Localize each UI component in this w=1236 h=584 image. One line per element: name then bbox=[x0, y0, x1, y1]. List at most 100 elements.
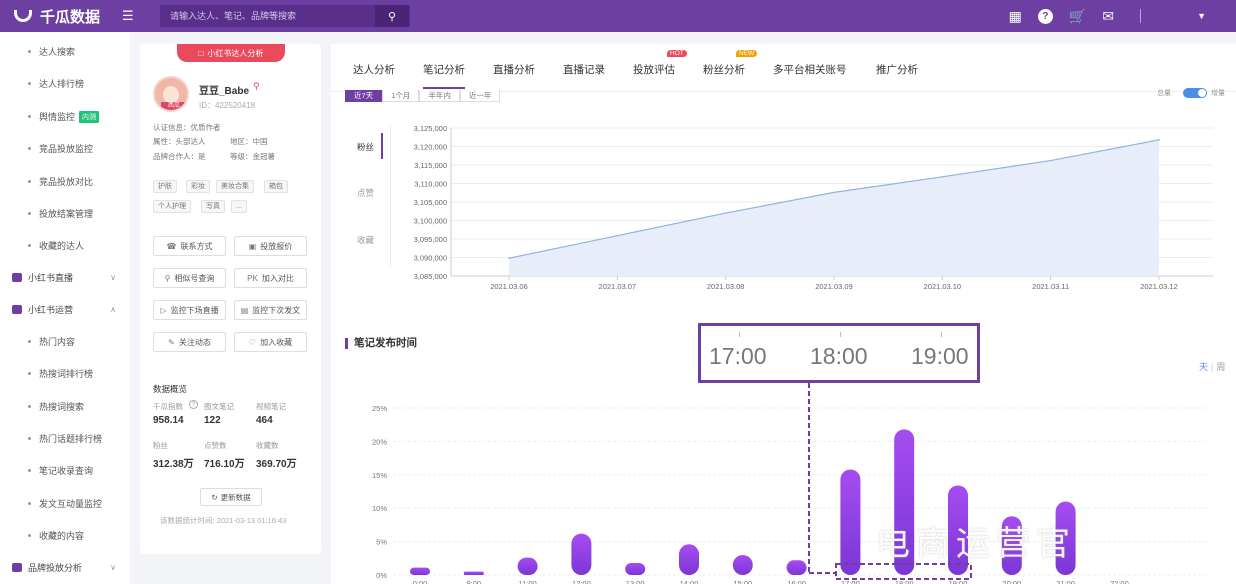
search-button[interactable]: ⚲ bbox=[375, 5, 409, 27]
sidebar-group-label: 小红书运营 bbox=[28, 305, 74, 315]
tag-chip[interactable]: 护肤 bbox=[153, 180, 177, 193]
range-7d[interactable]: 近7天 bbox=[345, 90, 383, 102]
toggle-increment-label: 增量 bbox=[1211, 90, 1225, 97]
tab-note-analysis[interactable]: 笔记分析 bbox=[423, 62, 465, 89]
doc-icon: ▤ bbox=[240, 305, 249, 315]
sidebar-item-hot-topics[interactable]: 热门话题排行榜 bbox=[28, 432, 102, 445]
metric-tab-collects[interactable]: 收藏 bbox=[357, 234, 374, 246]
bullet-icon bbox=[28, 147, 31, 150]
tab-fan-analysis[interactable]: 粉丝分析 NEW bbox=[703, 50, 758, 77]
tag-chip[interactable]: 写真 bbox=[201, 200, 225, 213]
grid-icon[interactable]: ▦ bbox=[1009, 8, 1022, 25]
tab-campaign-eval[interactable]: 投放评估 HOT bbox=[633, 50, 687, 77]
tab-promotion[interactable]: 推广分析 bbox=[876, 62, 918, 77]
sidebar-item-kol-ranking[interactable]: 达人排行榜 bbox=[28, 77, 84, 90]
zoom-label: 18:00 bbox=[810, 343, 868, 369]
refresh-label: 更新数据 bbox=[220, 492, 251, 502]
sidebar-item-label: 热门内容 bbox=[39, 337, 76, 347]
tag-chip[interactable]: 美妆合集 bbox=[216, 180, 254, 193]
refresh-icon: ↻ bbox=[211, 492, 218, 502]
update-time: 该数据统计时间: 2021-03-13 01:16:43 bbox=[160, 516, 287, 525]
sidebar-item-hot-search-rank[interactable]: 热搜词排行榜 bbox=[28, 367, 93, 380]
sidebar-item-hot-search[interactable]: 热搜词搜索 bbox=[28, 400, 84, 413]
y-tick-label: 3,095,000 bbox=[414, 235, 447, 244]
sidebar-item-interaction-monitor[interactable]: 发文互动量监控 bbox=[28, 497, 102, 510]
sidebar-group-brand[interactable]: 品牌投放分析 ∨ bbox=[12, 561, 120, 574]
metric-tab-likes[interactable]: 点赞 bbox=[357, 187, 374, 199]
favorite-button[interactable]: ♡ 加入收藏 bbox=[234, 332, 307, 352]
sidebar-item-label: 热搜词排行榜 bbox=[39, 369, 94, 379]
button-label: 加入对比 bbox=[261, 273, 294, 283]
range-1y[interactable]: 近一年 bbox=[459, 90, 501, 102]
help-icon[interactable]: ? bbox=[189, 400, 198, 409]
tag-chip-more[interactable]: ... bbox=[231, 200, 247, 213]
section-title: 笔记发布时间 bbox=[345, 338, 417, 349]
monitor-live-button[interactable]: ▷ 监控下场直播 bbox=[153, 300, 226, 320]
x-tick-label: 2021.03.09 bbox=[815, 282, 853, 291]
tab-bar: 达人分析 笔记分析 直播分析 直播记录 投放评估 HOT 粉丝分析 NEW 多平台相… bbox=[331, 44, 1236, 92]
x-tick-label: 12:00 bbox=[572, 579, 591, 584]
bar bbox=[571, 533, 592, 575]
range-1m[interactable]: 1个月 bbox=[382, 90, 420, 102]
mail-icon[interactable]: ✉ bbox=[1102, 8, 1114, 25]
y-tick-label: 3,120,000 bbox=[414, 143, 447, 152]
sidebar-group-ops[interactable]: 小红书运营 ∧ bbox=[12, 303, 120, 316]
stat-label: 收藏数 bbox=[256, 441, 279, 450]
bullet-icon bbox=[28, 82, 31, 85]
watermark: 电商运营官 bbox=[876, 524, 1076, 564]
follow-button[interactable]: ✎ 关注动态 bbox=[153, 332, 226, 352]
tab-live-records[interactable]: 直播记录 bbox=[563, 62, 605, 77]
sidebar-item-fav-kols[interactable]: 收藏的达人 bbox=[28, 239, 84, 252]
tab-live-analysis[interactable]: 直播分析 bbox=[493, 62, 535, 77]
range-6m[interactable]: 半年内 bbox=[419, 90, 460, 102]
sidebar-item-hot-content[interactable]: 热门内容 bbox=[28, 335, 75, 348]
profile-tab[interactable]: □ 小红书达人分析 bbox=[177, 44, 285, 62]
similar-search-button[interactable]: ⚲ 相似号查询 bbox=[153, 268, 226, 288]
refresh-button[interactable]: ↻ 更新数据 bbox=[200, 488, 262, 506]
chevron-down-icon: ∨ bbox=[110, 273, 116, 282]
sidebar-item-label: 热搜词搜索 bbox=[39, 402, 85, 412]
sidebar-item-fav-content[interactable]: 收藏的内容 bbox=[28, 529, 84, 542]
bullet-icon bbox=[28, 469, 31, 472]
sidebar-item-label: 投放结案管理 bbox=[39, 209, 94, 219]
tab-multi-platform[interactable]: 多平台相关账号 bbox=[773, 62, 847, 77]
top-right-icons: ▦ ? 🛒 ✉ ▼ bbox=[1009, 0, 1206, 32]
sidebar-item-label: 达人排行榜 bbox=[39, 79, 85, 89]
level: 等级：金冠薯 bbox=[230, 152, 275, 161]
help-icon[interactable]: ? bbox=[1037, 8, 1053, 24]
contact-button[interactable]: ☎ 联系方式 bbox=[153, 236, 226, 256]
sidebar-item-sentiment[interactable]: 舆情监控 内测 bbox=[28, 110, 100, 123]
metric-tab-fans[interactable]: 粉丝 bbox=[357, 133, 384, 159]
tag-chip[interactable]: 箱包 bbox=[264, 180, 288, 193]
cart-icon[interactable]: 🛒 bbox=[1069, 8, 1086, 25]
monitor-post-button[interactable]: ▤ 监控下次发文 bbox=[234, 300, 307, 320]
sidebar-item-competitor-monitor[interactable]: 竞品投放监控 bbox=[28, 142, 93, 155]
button-label: 关注动态 bbox=[178, 337, 211, 347]
quote-button[interactable]: ▣ 投放报价 bbox=[234, 236, 307, 256]
range-selector: 近7天 1个月 半年内 近一年 bbox=[345, 90, 501, 102]
total-increment-toggle[interactable] bbox=[1183, 88, 1207, 98]
dropdown-icon[interactable]: ▼ bbox=[1197, 11, 1206, 21]
x-tick-label: 2021.03.06 bbox=[490, 282, 528, 291]
sidebar-item-competitor-compare[interactable]: 竞品投放对比 bbox=[28, 175, 93, 188]
menu-toggle-icon[interactable]: ☰ bbox=[122, 8, 134, 24]
tag-chip[interactable]: 个人护理 bbox=[153, 200, 191, 213]
sidebar-group-live[interactable]: 小红书直播 ∨ bbox=[12, 271, 120, 284]
brand-logo[interactable]: 千瓜数据 bbox=[14, 0, 100, 32]
stat-value: 369.70万 bbox=[256, 459, 297, 470]
sidebar-item-campaign-mgmt[interactable]: 投放结案管理 bbox=[28, 207, 93, 220]
sidebar-item-note-index[interactable]: 笔记收录查询 bbox=[28, 464, 93, 477]
tab-label: 投放评估 bbox=[633, 64, 675, 76]
y-tick-label: 3,110,000 bbox=[414, 180, 447, 189]
week-option[interactable]: 周 bbox=[1216, 362, 1225, 372]
search-input[interactable] bbox=[160, 11, 375, 21]
sidebar-item-kol-search[interactable]: 达人搜索 bbox=[28, 45, 75, 58]
y-tick-label: 15% bbox=[372, 471, 387, 480]
tab-kol-analysis[interactable]: 达人分析 bbox=[353, 62, 395, 77]
tag-chip[interactable]: 彩妆 bbox=[186, 180, 210, 193]
button-label: 监控下场直播 bbox=[170, 305, 219, 315]
add-compare-button[interactable]: PK 加入对比 bbox=[234, 268, 307, 288]
day-option[interactable]: 天 bbox=[1199, 362, 1208, 372]
data-point bbox=[941, 176, 944, 178]
chevron-up-icon: ∧ bbox=[110, 305, 116, 314]
